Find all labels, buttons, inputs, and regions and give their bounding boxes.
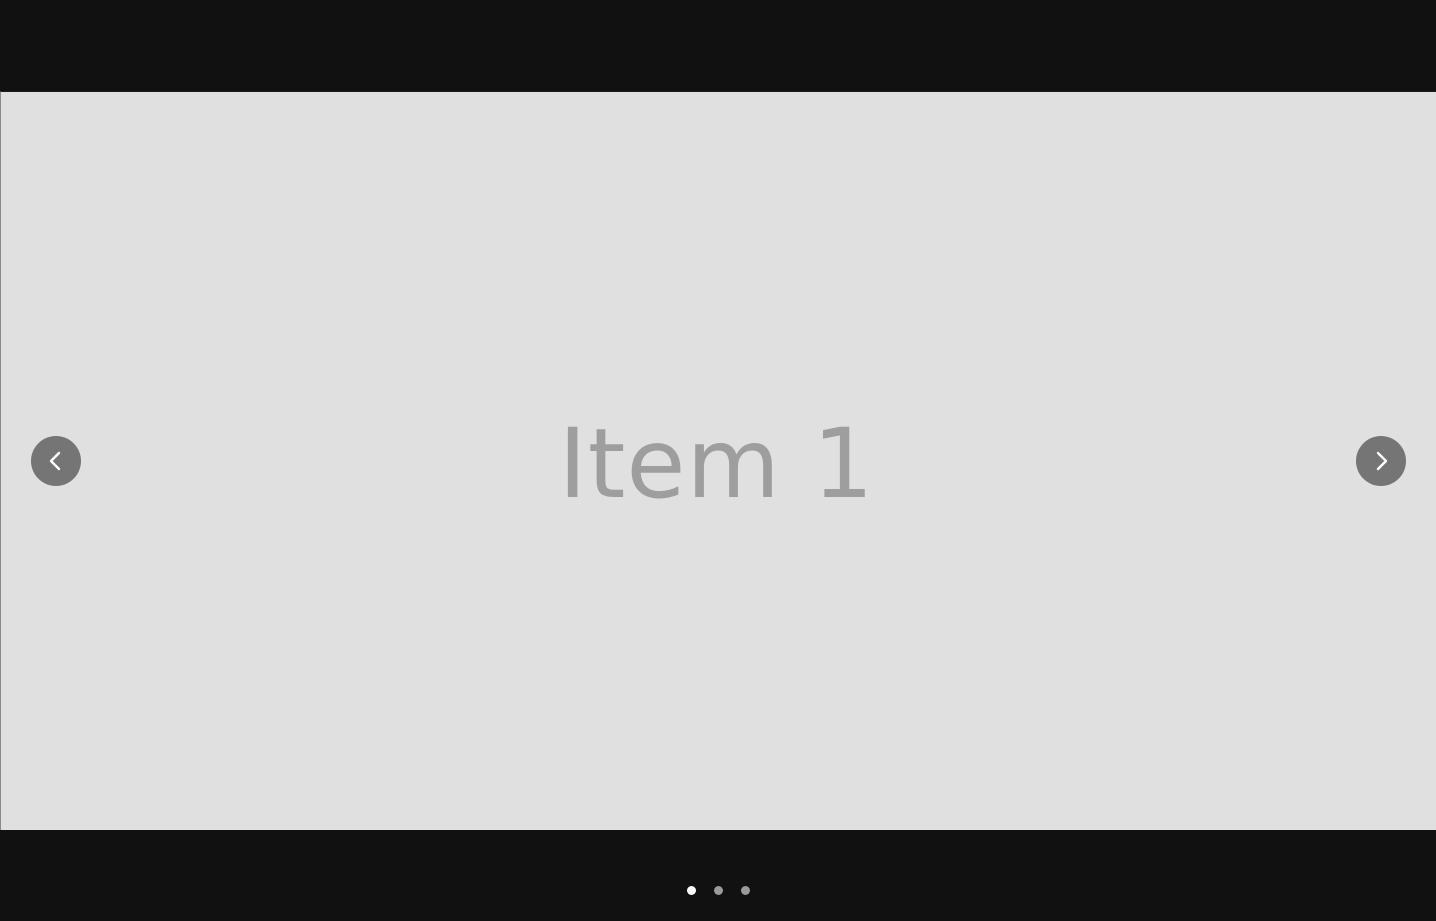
indicator-dot-3[interactable]: [740, 886, 750, 895]
indicator-dot-2[interactable]: [713, 886, 723, 895]
carousel-indicators: [0, 886, 1436, 898]
next-slide-button[interactable]: [1356, 436, 1406, 486]
slide-label: Item 1: [558, 408, 875, 520]
carousel-slide: Item 1: [1, 92, 1436, 830]
chevron-right-icon: [1376, 451, 1388, 471]
previous-slide-button[interactable]: [31, 436, 81, 486]
indicator-dot-1[interactable]: [686, 886, 696, 895]
chevron-left-icon: [49, 451, 61, 471]
carousel: Item 1: [0, 91, 1436, 830]
app-viewport: Item 1: [0, 0, 1436, 921]
